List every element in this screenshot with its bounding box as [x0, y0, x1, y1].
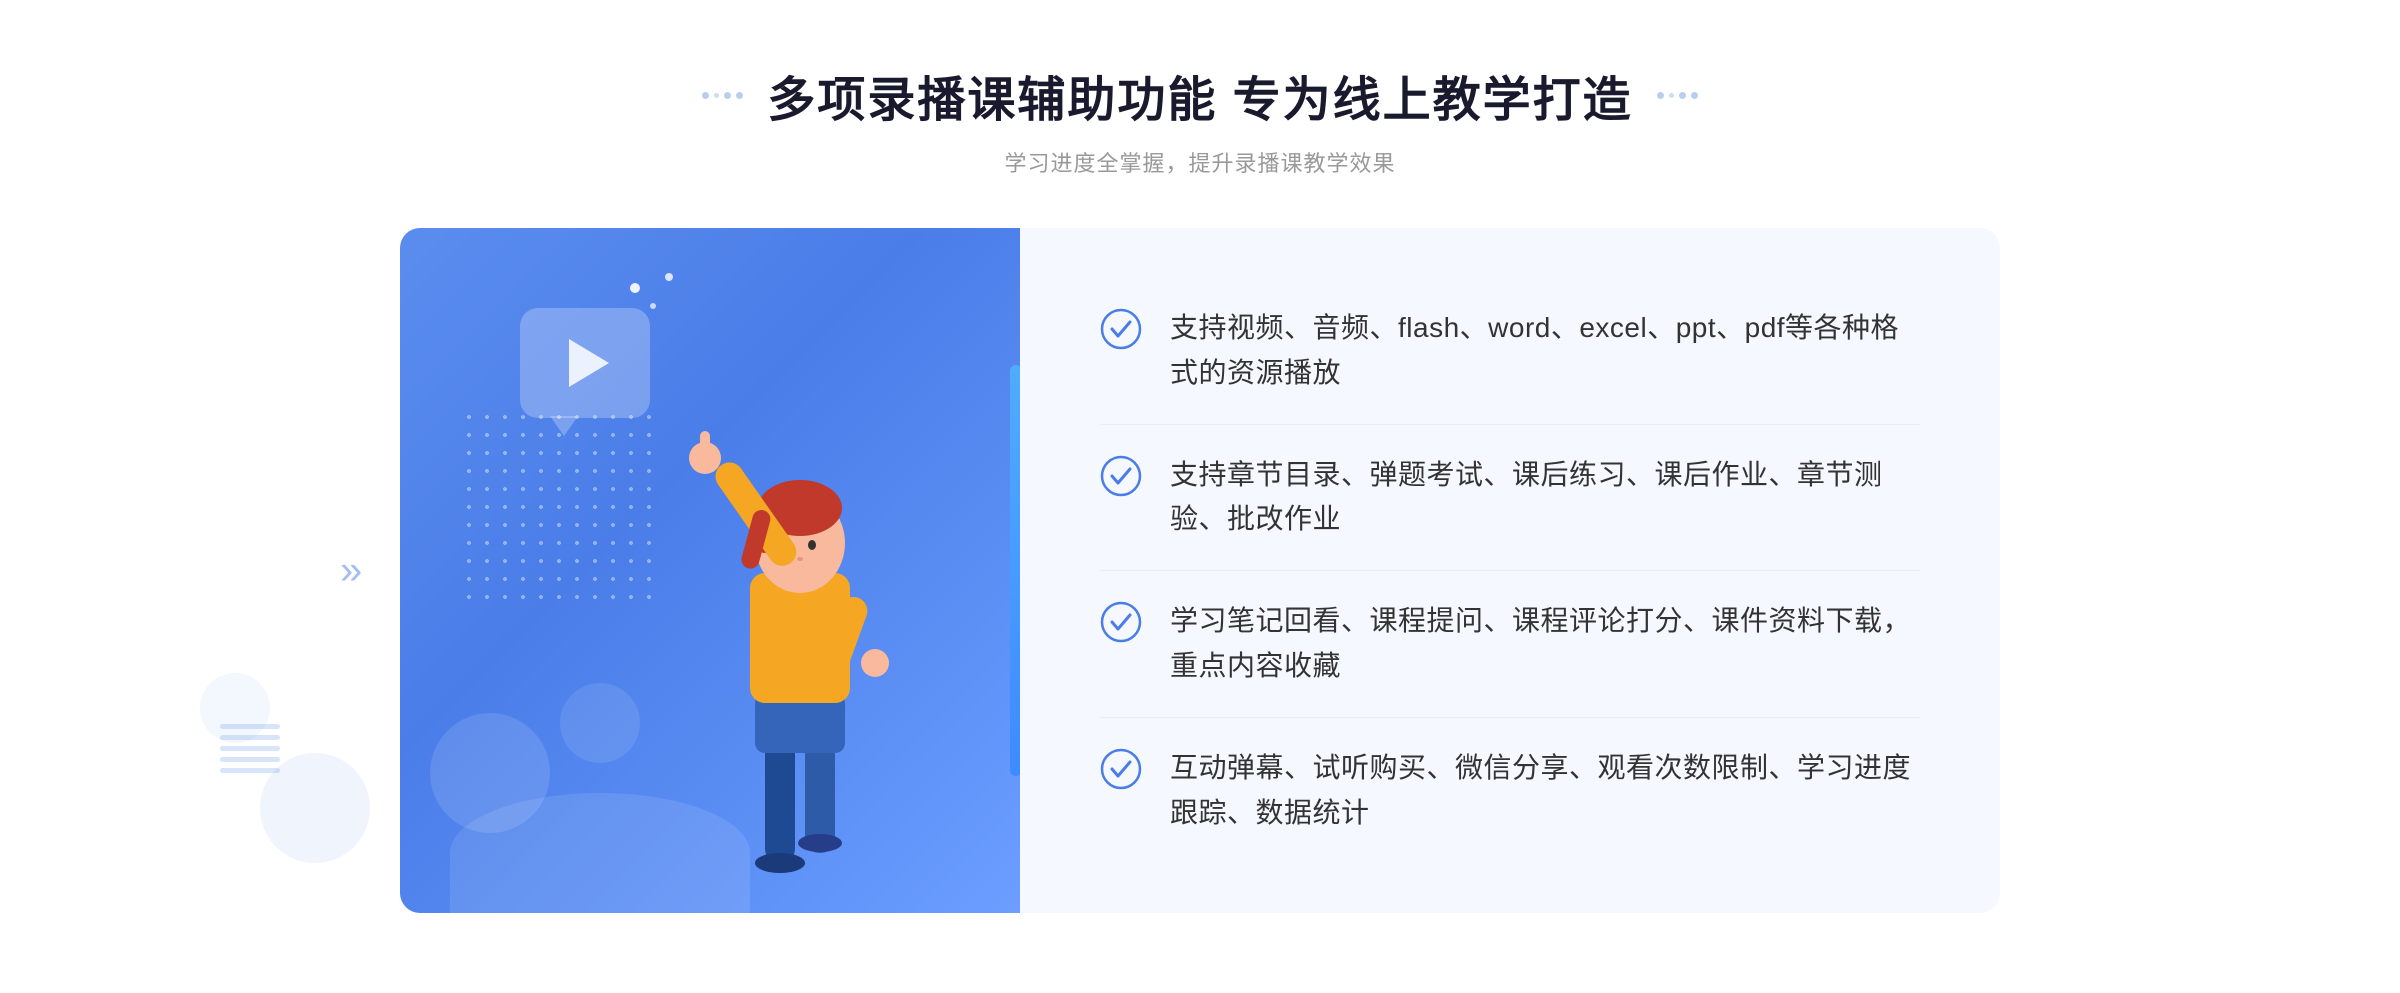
title-decorator-right	[1657, 92, 1698, 99]
play-bubble	[520, 308, 650, 418]
header-section: 多项录播课辅助功能 专为线上教学打造 学习进度全掌握，提升录播课教学效果	[702, 60, 1697, 178]
illustration-area	[400, 228, 1020, 913]
check-icon-2	[1100, 455, 1142, 497]
left-arrow-decoration: »	[340, 548, 362, 593]
feature-item-4: 互动弹幕、试听购买、微信分享、观看次数限制、学习进度跟踪、数据统计	[1100, 718, 1920, 864]
play-icon	[569, 339, 609, 387]
check-icon-4	[1100, 748, 1142, 790]
illus-circle-2	[560, 683, 640, 763]
feature-item-2: 支持章节目录、弹题考试、课后练习、课后作业、章节测验、批改作业	[1100, 425, 1920, 572]
accent-bar	[1010, 365, 1020, 776]
title-row: 多项录播课辅助功能 专为线上教学打造	[702, 60, 1697, 130]
feature-text-2: 支持章节目录、弹题考试、课后练习、课后作业、章节测验、批改作业	[1170, 453, 1920, 543]
main-content: »	[400, 228, 2000, 913]
page-title: 多项录播课辅助功能 专为线上教学打造	[767, 60, 1632, 130]
page-subtitle: 学习进度全掌握，提升录播课教学效果	[702, 146, 1697, 178]
dots-pattern	[460, 408, 660, 608]
page-wrapper: 多项录播课辅助功能 专为线上教学打造 学习进度全掌握，提升录播课教学效果 »	[0, 0, 2400, 993]
stripe-decoration	[220, 724, 280, 773]
check-icon-1	[1100, 308, 1142, 350]
check-icon-3	[1100, 601, 1142, 643]
feature-text-1: 支持视频、音频、flash、word、excel、ppt、pdf等各种格式的资源…	[1170, 306, 1920, 396]
feature-item-1: 支持视频、音频、flash、word、excel、ppt、pdf等各种格式的资源…	[1100, 278, 1920, 425]
feature-text-3: 学习笔记回看、课程提问、课程评论打分、课件资料下载，重点内容收藏	[1170, 599, 1920, 689]
title-decorator-left	[702, 92, 743, 99]
features-area: 支持视频、音频、flash、word、excel、ppt、pdf等各种格式的资源…	[1020, 228, 2000, 913]
feature-text-4: 互动弹幕、试听购买、微信分享、观看次数限制、学习进度跟踪、数据统计	[1170, 746, 1920, 836]
bottom-glow	[450, 793, 750, 913]
feature-item-3: 学习笔记回看、课程提问、课程评论打分、课件资料下载，重点内容收藏	[1100, 571, 1920, 718]
